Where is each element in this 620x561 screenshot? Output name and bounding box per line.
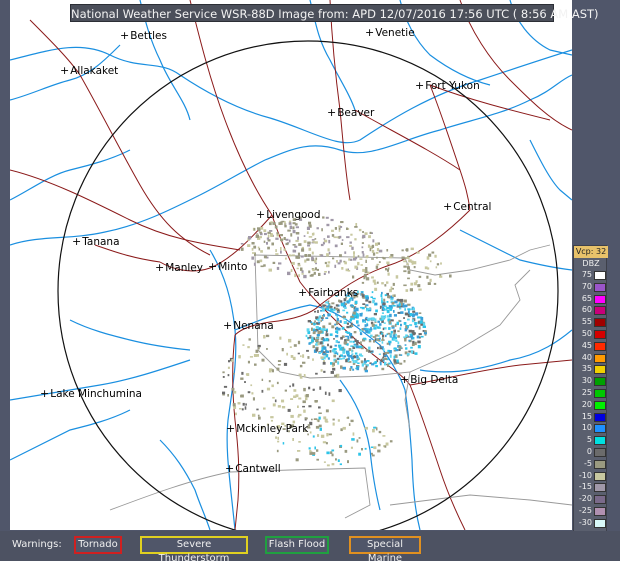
legend-swatch	[594, 330, 606, 339]
legend-level-label: 5	[586, 435, 592, 445]
city-big-delta: +Big Delta	[400, 373, 459, 387]
legend-swatch	[594, 459, 606, 469]
legend-swatch	[594, 471, 606, 481]
radar-map[interactable]: +Bettles +Venetie +Allakaket +Fort Yukon…	[10, 0, 572, 530]
city-manley: +Manley	[155, 261, 203, 275]
legend-swatch	[594, 318, 606, 328]
legend-level-label: 30	[581, 376, 592, 386]
warning-special-marine[interactable]: Special Marine	[349, 536, 421, 561]
legend-swatch	[594, 518, 606, 528]
city-tanana: +Tanana	[72, 235, 120, 249]
legend-swatch	[594, 353, 606, 363]
legend-swatch	[594, 424, 606, 434]
legend-swatch	[594, 282, 606, 292]
legend-level: 0	[575, 447, 607, 458]
legend-level-label: 20	[581, 399, 592, 409]
map-canvas	[10, 0, 572, 530]
legend-swatch	[594, 495, 606, 505]
legend-level: 15	[575, 412, 607, 423]
city-fairbanks: +Fairbanks	[298, 286, 359, 300]
legend-level: 75	[575, 270, 607, 281]
legend-level-label: 50	[581, 329, 592, 338]
legend-level-label: 15	[581, 411, 592, 421]
image-title: National Weather Service WSR-88D Image f…	[70, 4, 599, 22]
legend-swatch	[594, 306, 606, 316]
legend-swatch	[594, 412, 606, 422]
legend-level-label: -15	[578, 482, 592, 492]
legend-level: -5	[575, 459, 607, 470]
legend-level: 35	[575, 364, 607, 375]
legend-swatch	[594, 400, 606, 410]
city-bettles: +Bettles	[120, 29, 167, 43]
legend-swatch	[594, 448, 606, 457]
legend-level: 20	[575, 400, 607, 411]
legend-swatch	[594, 507, 606, 516]
warning-tornado[interactable]: Tornado	[74, 536, 122, 554]
city-lake-minchumina: +Lake Minchumina	[40, 387, 142, 401]
range-ring	[57, 40, 559, 530]
legend-level: 25	[575, 388, 607, 399]
city-fort-yukon: +Fort Yukon	[415, 79, 480, 93]
legend-level-label: -30	[578, 517, 592, 527]
legend-level-label: 75	[581, 270, 592, 279]
legend-unit: DBZ	[582, 259, 600, 268]
roads	[10, 0, 572, 530]
legend-level-label: 60	[581, 305, 592, 315]
city-central: +Central	[443, 200, 492, 214]
city-livengood: +Livengood	[256, 208, 321, 222]
city-minto: +Minto	[208, 260, 248, 274]
legend-level-label: 10	[581, 423, 592, 433]
legend-level: 40	[575, 353, 607, 364]
legend-swatch	[594, 483, 606, 493]
legend-swatch	[594, 271, 606, 280]
warnings-label: Warnings:	[12, 539, 62, 550]
legend-swatch	[594, 377, 606, 387]
city-beaver: +Beaver	[327, 106, 375, 120]
city-nenana: +Nenana	[223, 319, 274, 333]
radar-window: +Bettles +Venetie +Allakaket +Fort Yukon…	[0, 0, 620, 561]
legend-level: -20	[575, 494, 607, 505]
city-allakaket: +Allakaket	[60, 64, 119, 78]
legend-level-label: 55	[581, 317, 592, 327]
legend-swatch	[594, 436, 606, 446]
rivers	[10, 0, 572, 530]
legend-level: 50	[575, 329, 607, 340]
legend-swatch	[594, 389, 606, 398]
legend-level: -15	[575, 482, 607, 493]
legend-vcp: Vcp: 32	[574, 246, 608, 258]
legend-level: -30	[575, 518, 607, 529]
legend-level: 55	[575, 317, 607, 328]
legend-level-label: 70	[581, 281, 592, 291]
legend-swatch	[594, 365, 606, 375]
legend-level: 10	[575, 423, 607, 434]
legend-level-label: -5	[584, 458, 592, 468]
legend-level-label: -10	[578, 470, 592, 480]
legend-level-label: 45	[581, 340, 592, 350]
warning-flash-flood[interactable]: Flash Flood	[265, 536, 329, 554]
legend-level-label: 25	[581, 388, 592, 397]
legend-level: 70	[575, 282, 607, 293]
warnings-bar: Warnings: Tornado Severe Thunderstorm Fl…	[0, 531, 620, 561]
legend-level-label: 0	[586, 447, 592, 456]
legend-level-label: -20	[578, 494, 592, 504]
warning-severe-thunderstorm[interactable]: Severe Thunderstorm	[140, 536, 248, 561]
city-cantwell: +Cantwell	[225, 462, 281, 476]
legend-level-label: 35	[581, 364, 592, 374]
legend-level: 5	[575, 435, 607, 446]
legend-level-label: 40	[581, 352, 592, 362]
legend-level: -25	[575, 506, 607, 517]
legend-level: -10	[575, 471, 607, 482]
legend-level: 30	[575, 376, 607, 387]
legend-swatch	[594, 341, 606, 351]
legend-level-label: -25	[578, 506, 592, 515]
reflectivity-legend: Vcp: 32 DBZ 75 70 65 60 55 50 45 40 35 30 25 20 15 10…	[573, 245, 608, 547]
legend-level: 65	[575, 294, 607, 305]
legend-level: 60	[575, 305, 607, 316]
city-mckinley-park: +Mckinley Park	[226, 422, 309, 436]
legend-level: 45	[575, 341, 607, 352]
legend-swatch	[594, 294, 606, 304]
city-venetie: +Venetie	[365, 26, 415, 40]
legend-level-label: 65	[581, 293, 592, 303]
